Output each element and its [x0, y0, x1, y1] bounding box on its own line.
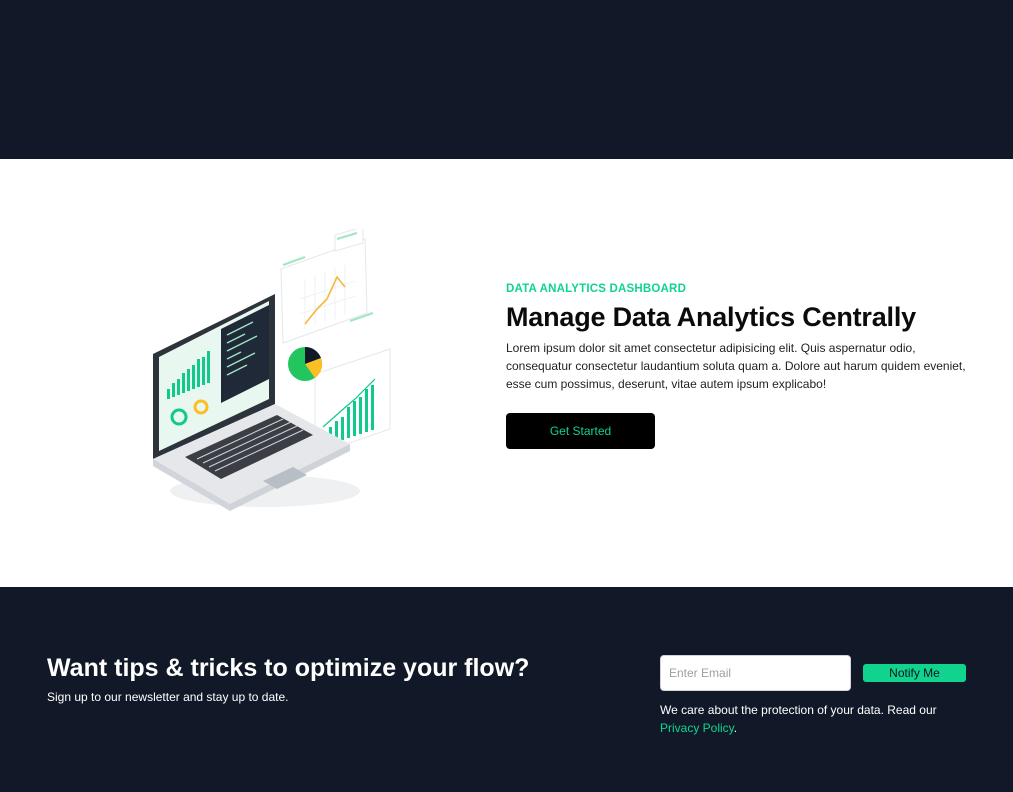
newsletter-subtitle: Sign up to our newsletter and stay up to…	[47, 690, 289, 704]
get-started-button[interactable]: Get Started	[506, 413, 655, 449]
hero-title: Manage Data Analytics Centrally	[506, 302, 916, 332]
hero-section: DATA ANALYTICS DASHBOARD Manage Data Ana…	[0, 159, 1013, 587]
laptop-analytics-illustration	[153, 229, 391, 511]
notify-me-button[interactable]: Notify Me	[863, 664, 966, 682]
hero-content: DATA ANALYTICS DASHBOARD Manage Data Ana…	[506, 283, 976, 449]
privacy-policy-link[interactable]: Privacy Policy	[660, 721, 734, 735]
privacy-text: We care about the protection of your dat…	[660, 703, 937, 717]
hero-description: Lorem ipsum dolor sit amet consectetur a…	[506, 341, 966, 391]
newsletter-section: Want tips & tricks to optimize your flow…	[0, 587, 1013, 792]
hero-eyebrow: DATA ANALYTICS DASHBOARD	[506, 283, 687, 295]
email-input[interactable]	[660, 655, 851, 691]
top-banner	[0, 0, 1013, 159]
privacy-notice: We care about the protection of your dat…	[660, 701, 960, 737]
newsletter-title: Want tips & tricks to optimize your flow…	[47, 654, 530, 682]
privacy-period: .	[733, 721, 738, 735]
